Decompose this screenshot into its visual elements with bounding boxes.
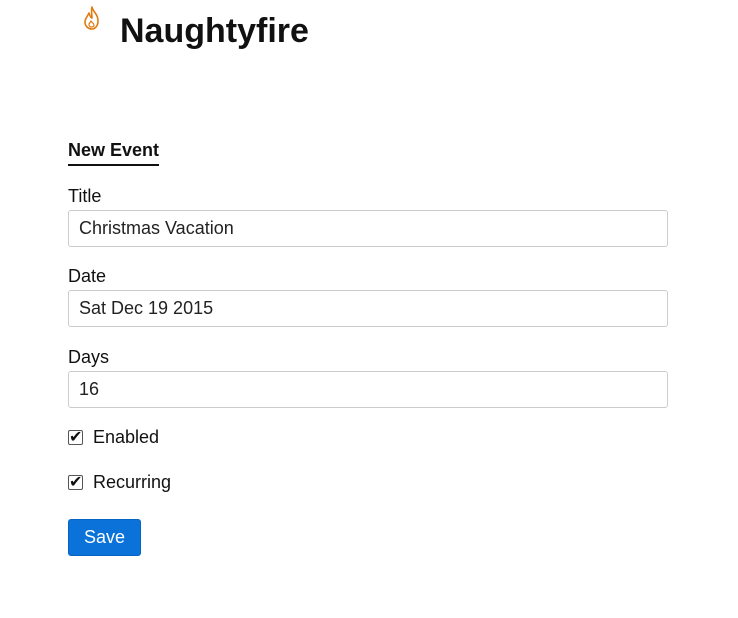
flame-icon	[82, 6, 102, 32]
date-field-group: Date	[68, 267, 668, 327]
enabled-checkbox[interactable]: ✔	[68, 427, 83, 446]
checkmark-icon: ✔	[69, 472, 83, 491]
date-label: Date	[68, 266, 107, 286]
recurring-label: Recurring	[93, 472, 172, 492]
checkmark-icon: ✔	[69, 427, 83, 446]
days-label: Days	[68, 347, 110, 367]
days-input[interactable]	[68, 371, 668, 408]
enabled-label: Enabled	[93, 427, 160, 447]
enabled-checkbox-row[interactable]: ✔ Enabled	[68, 427, 159, 448]
title-field-group: Title	[68, 187, 668, 247]
app-title: Naughtyfire	[120, 12, 309, 50]
page: Naughtyfire New Event Title Date Days ✔ …	[0, 0, 738, 618]
form-heading: New Event	[68, 140, 160, 166]
save-button[interactable]: Save	[68, 519, 142, 556]
new-event-form: New Event Title Date Days ✔ Enabled ✔ Re…	[68, 140, 668, 556]
title-label: Title	[68, 186, 102, 206]
days-field-group: Days	[68, 348, 668, 408]
title-input[interactable]	[68, 210, 668, 247]
recurring-checkbox[interactable]: ✔	[68, 472, 83, 491]
recurring-checkbox-row[interactable]: ✔ Recurring	[68, 472, 171, 493]
date-input[interactable]	[68, 290, 668, 327]
